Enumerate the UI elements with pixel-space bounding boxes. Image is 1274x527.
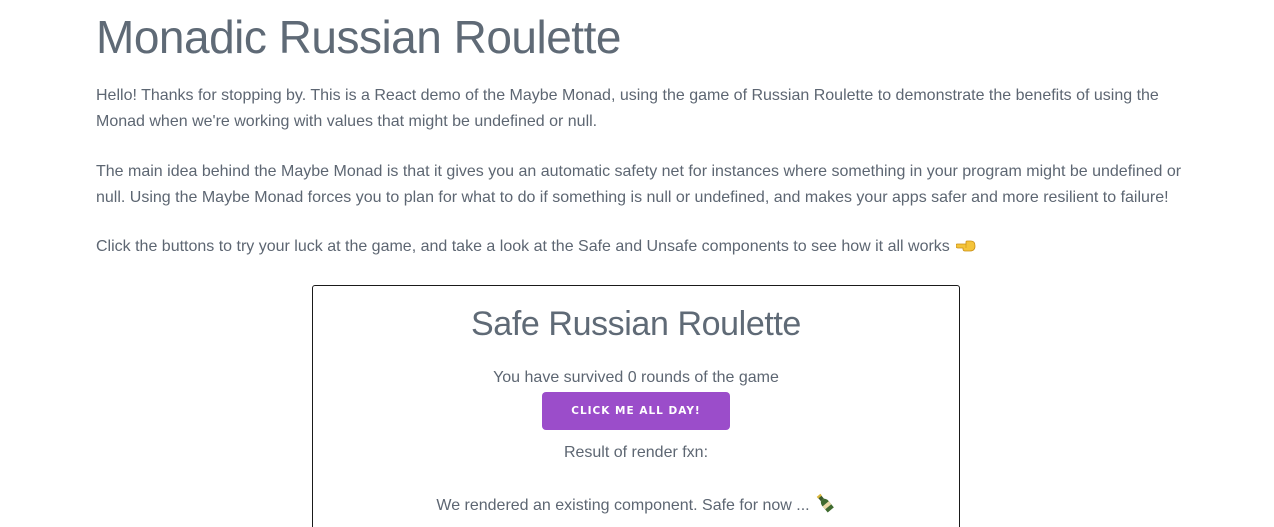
- result-text-value: We rendered an existing component. Safe …: [436, 497, 810, 514]
- backhand-pointing-left-icon: [955, 235, 976, 252]
- result-label: Result of render fxn:: [563, 444, 709, 461]
- safe-roulette-title: Safe Russian Roulette: [471, 305, 801, 343]
- play-button[interactable]: Click me all day!: [542, 392, 730, 430]
- page: Monadic Russian Roulette Hello! Thanks f…: [0, 0, 1274, 527]
- intro-paragraph-2: The main idea behind the Maybe Monad is …: [96, 163, 1182, 206]
- intro-paragraph-3: Click the buttons to try your luck at th…: [96, 234, 1186, 260]
- page-title: Monadic Russian Roulette: [96, 11, 621, 63]
- safe-roulette-card: Safe Russian Roulette You have survived …: [312, 285, 960, 527]
- champagne-bottle-icon: [814, 493, 836, 513]
- result-text: We rendered an existing component. Safe …: [313, 493, 959, 515]
- rounds-survived-text: You have survived 0 rounds of the game: [493, 369, 779, 386]
- intro-paragraph-3-text: Click the buttons to try your luck at th…: [96, 238, 950, 255]
- intro-paragraph-1: Hello! Thanks for stopping by. This is a…: [96, 87, 1159, 130]
